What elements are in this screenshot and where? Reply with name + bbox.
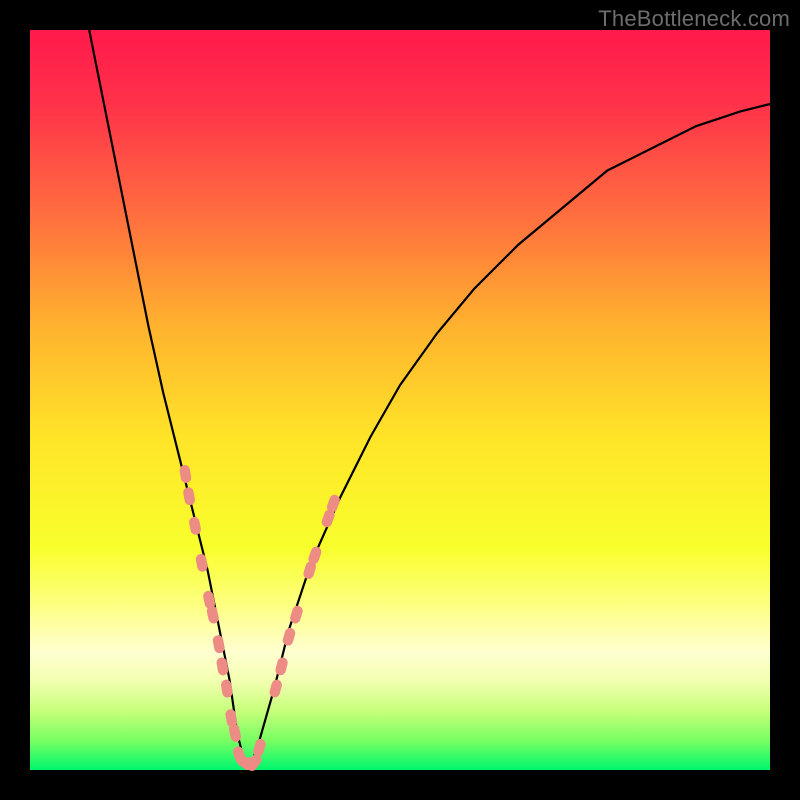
plot-area	[30, 30, 770, 770]
watermark-text: TheBottleneck.com	[598, 6, 790, 32]
plot-svg	[30, 30, 770, 770]
outer-frame: TheBottleneck.com	[0, 0, 800, 800]
gradient-bg	[30, 30, 770, 770]
